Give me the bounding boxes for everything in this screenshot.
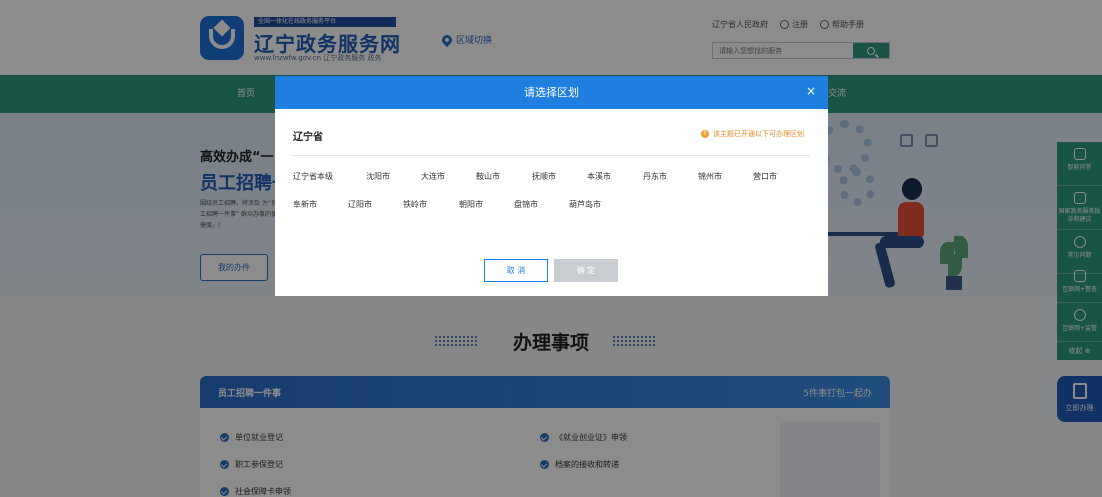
city-option-liaoyang[interactable]: 辽阳市	[348, 199, 372, 210]
city-option-jinzhou[interactable]: 锦州市	[698, 171, 722, 182]
cancel-button[interactable]: 取 消	[484, 259, 548, 282]
city-option-dalian[interactable]: 大连市	[421, 171, 445, 182]
dialog-title: 请选择区划	[524, 86, 579, 99]
close-icon[interactable]: ×	[806, 76, 816, 109]
divider	[293, 155, 810, 156]
city-option-tieling[interactable]: 铁岭市	[403, 199, 427, 210]
confirm-button[interactable]: 确 定	[554, 259, 618, 282]
city-option-chaoyang[interactable]: 朝阳市	[459, 199, 483, 210]
info-icon: !	[701, 130, 709, 138]
region-select-dialog: 请选择区划 × 辽宁省 ! 该主题已开通以下可办理区划 辽宁省本级 沈阳市 大连…	[275, 76, 828, 296]
city-option-panjin[interactable]: 盘锦市	[514, 199, 538, 210]
dialog-tip: ! 该主题已开通以下可办理区划	[701, 129, 804, 139]
city-option-fuxin[interactable]: 阜新市	[293, 199, 317, 210]
city-option-fushun[interactable]: 抚顺市	[532, 171, 556, 182]
city-option-shenyang[interactable]: 沈阳市	[366, 171, 390, 182]
city-option-provincial[interactable]: 辽宁省本级	[293, 171, 333, 182]
city-option-yingkou[interactable]: 营口市	[753, 171, 777, 182]
city-option-benxi[interactable]: 本溪市	[587, 171, 611, 182]
dialog-tip-text: 该主题已开通以下可办理区划	[713, 130, 804, 138]
city-option-anshan[interactable]: 鞍山市	[476, 171, 500, 182]
dialog-header: 请选择区划 ×	[275, 76, 828, 109]
province-label: 辽宁省	[293, 132, 323, 143]
city-option-huludao[interactable]: 葫芦岛市	[569, 199, 601, 210]
city-option-dandong[interactable]: 丹东市	[643, 171, 667, 182]
